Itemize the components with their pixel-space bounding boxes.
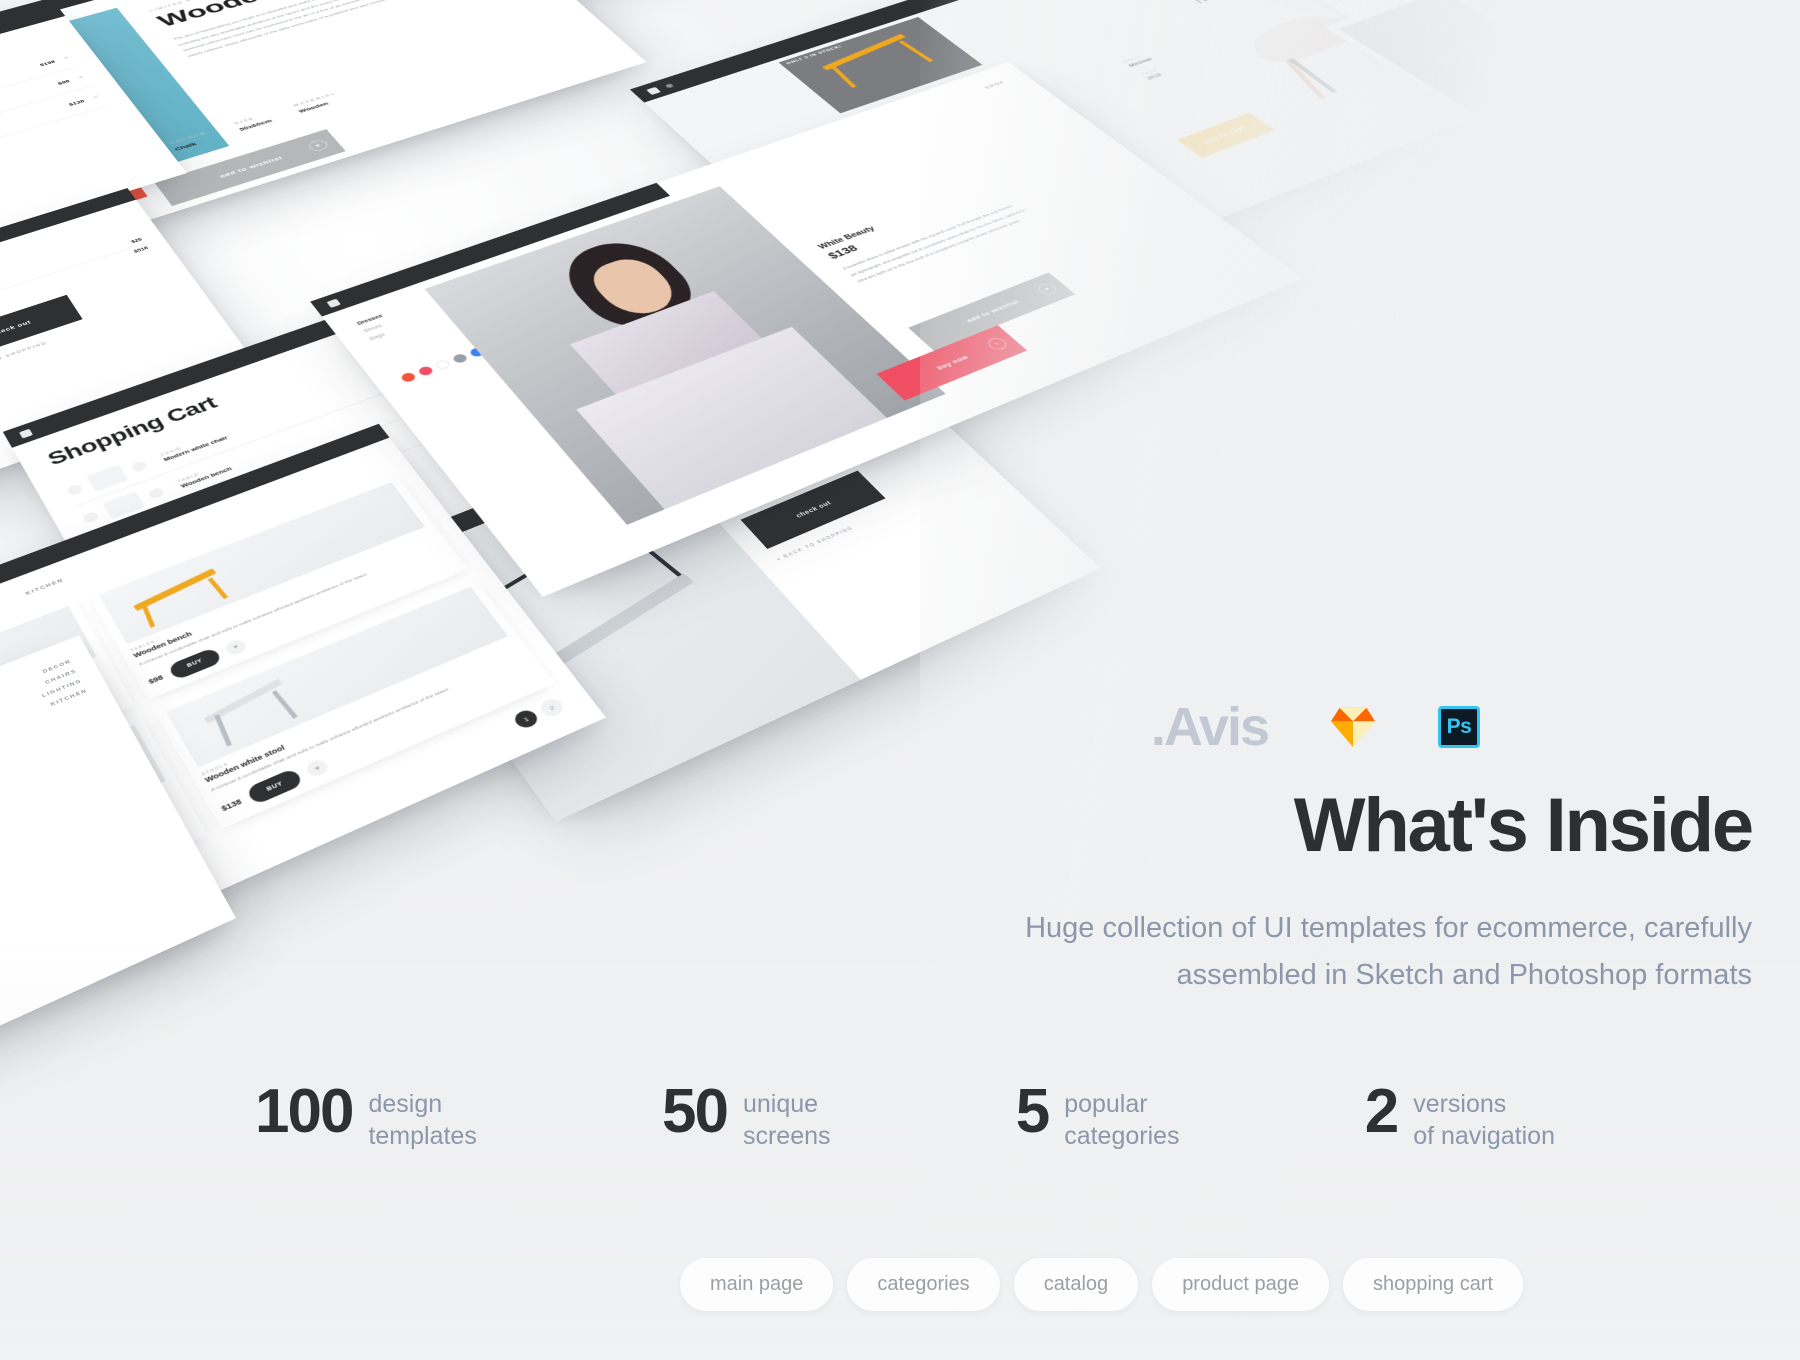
cart-item-price: $198 [39,59,57,67]
category-list: Dresses Shoes Bags [356,314,396,342]
avis-logo: .Avis [1151,700,1268,754]
promo-canvas: LIGHTING shop + catalog contact lighting [0,0,1800,1360]
subtitle-line-2: assembled in Sketch and Photoshop format… [1177,959,1753,991]
remove-item-icon[interactable]: ✕ [62,55,71,60]
cart-item-name: Wooden white stool [0,107,62,214]
photoshop-badge-icon: Ps [1438,706,1480,748]
promo-panel: .Avis Ps What's Inside Huge collection o… [900,0,1800,1360]
product-price: $98 [147,673,164,685]
menu-item-kitchen[interactable]: kitchen [25,578,65,596]
decrement-button[interactable] [66,483,84,496]
swatch-red[interactable] [399,371,417,383]
stat-number: 100 [255,1085,352,1138]
subtitle-line-1: Huge collection of UI templates for ecom… [1025,912,1752,944]
pill-catalog[interactable]: catalog [1014,1258,1139,1311]
stat-design-templates: 100 design templates [255,1085,477,1152]
stat-popular-categories: 5 popular categories [1016,1085,1180,1152]
pager-page-1[interactable]: 1 [511,708,541,731]
stat-label-line-1: unique [743,1090,818,1118]
pager-page-2[interactable]: 2 [537,697,566,719]
logo-icon [19,428,33,438]
cart-item-price: $98 [57,78,71,85]
stat-label-line-2: screens [743,1122,831,1150]
page-subtitle: Huge collection of UI templates for ecom… [822,905,1752,999]
stat-label: popular categories [1064,1085,1179,1152]
stat-label-line-2: templates [368,1122,476,1150]
product-thumbnail [86,465,128,492]
stat-label: unique screens [743,1085,831,1152]
summary-row-value: $516 [133,246,149,254]
swatch-gray[interactable] [451,353,469,365]
bench-leg-shape [829,64,857,88]
decrement-button[interactable] [82,510,101,524]
stat-label-line-1: design [368,1090,442,1118]
page-title: What's Inside [912,786,1752,866]
increment-button[interactable] [147,487,166,500]
color-swatches [399,347,486,384]
stat-label-line-2: of navigation [1413,1122,1555,1150]
stat-number: 5 [1016,1085,1048,1138]
heart-icon[interactable]: ♥ [223,637,248,656]
checkout-label: check out [0,319,32,337]
logo-icon [326,298,340,307]
swatch-white[interactable] [434,359,452,371]
stat-unique-screens: 50 unique screens [662,1085,831,1152]
sketch-gem-icon [1330,706,1376,748]
bench-leg-shape [208,578,228,599]
heart-icon[interactable]: ♥ [304,757,331,779]
photoshop-label: Ps [1447,715,1472,739]
summary-row-value: $25 [131,238,143,245]
stat-label: versions of navigation [1413,1085,1555,1152]
pill-product-page[interactable]: product page [1152,1258,1329,1311]
remove-item-icon[interactable]: ✕ [76,74,85,80]
increment-button[interactable] [130,460,148,473]
stat-label-line-2: categories [1064,1122,1179,1150]
product-price: $138 [220,798,243,813]
stat-number: 2 [1365,1085,1397,1138]
logo-icon [646,87,661,95]
stat-label-line-1: versions [1413,1090,1506,1118]
heart-icon: ♥ [306,138,331,152]
stool-leg-shape [272,690,298,719]
cart-item-price: $138 [67,98,85,106]
stat-label: design templates [368,1085,476,1152]
swatch-pink[interactable] [417,365,435,377]
menu-item-lighting[interactable]: lighting [0,602,2,622]
stat-label-line-1: popular [1064,1090,1147,1118]
checkout-label: check out [794,499,832,518]
remove-item-icon[interactable]: ✕ [91,94,100,100]
menu-dot-icon [664,83,673,88]
bench-leg-shape [141,604,155,628]
brand-row: .Avis Ps [1151,700,1480,754]
pill-shopping-cart[interactable]: shopping cart [1343,1258,1523,1311]
logo-text: .Avis [1151,700,1268,754]
stool-leg-shape [214,714,232,746]
category-pills: main page categories catalog product pag… [680,1258,1523,1311]
stat-navigation-versions: 2 versions of navigation [1365,1085,1555,1152]
stat-number: 50 [662,1085,727,1138]
stats-row: 100 design templates 50 unique screens 5… [255,1085,1555,1152]
pill-categories[interactable]: categories [847,1258,999,1311]
pill-main-page[interactable]: main page [680,1258,833,1311]
